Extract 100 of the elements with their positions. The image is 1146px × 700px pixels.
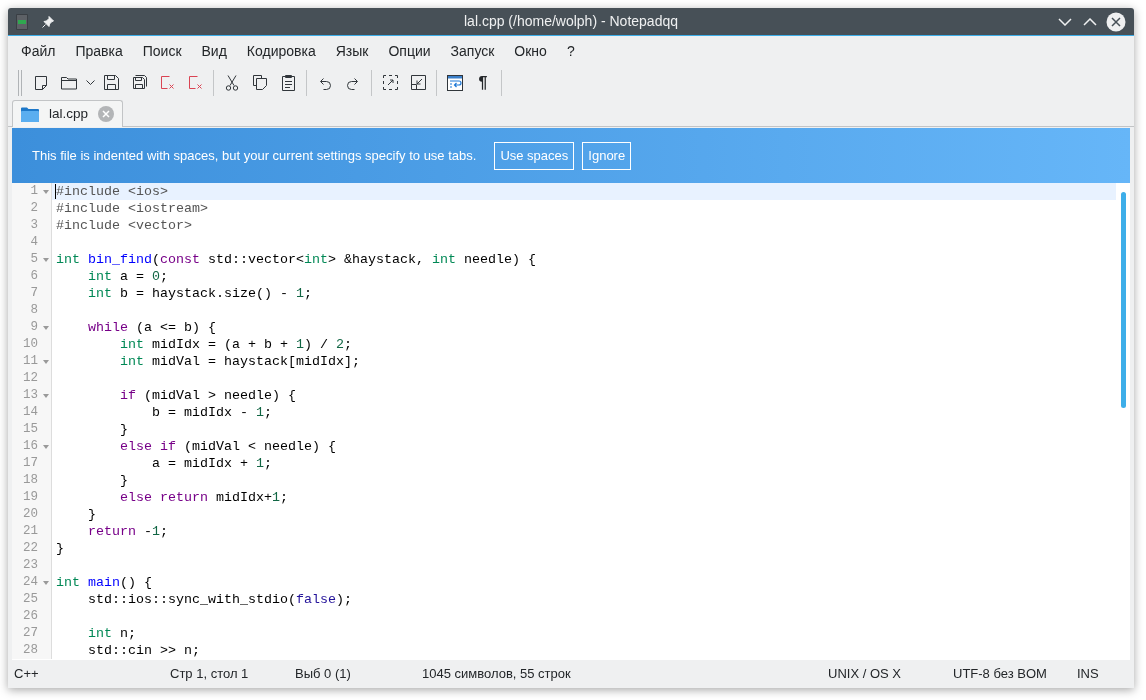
selection-info: Выб 0 (1) <box>295 666 351 682</box>
line-number: 11 <box>22 353 38 370</box>
code-line: int midIdx = (a + b + 1) / 2; <box>119 336 352 353</box>
menu-item[interactable]: Файл <box>11 38 66 64</box>
folder-icon <box>21 106 39 122</box>
menu-item[interactable]: Запуск <box>440 38 505 64</box>
document-x-icon <box>187 75 203 90</box>
shrink-icon <box>410 75 426 90</box>
code-line: return -1; <box>87 523 168 540</box>
line-number: 27 <box>22 625 38 642</box>
scissors-icon <box>225 74 239 91</box>
undo-icon <box>318 75 332 90</box>
code-line: while (a <= b) { <box>87 319 216 336</box>
fold-arrow-icon[interactable] <box>43 393 49 398</box>
pin-icon[interactable] <box>42 15 54 28</box>
line-number: 13 <box>22 387 38 404</box>
window-title: lal.cpp (/home/wolph) - Notepadqq <box>464 12 678 31</box>
line-number: 3 <box>29 217 38 234</box>
menu-item[interactable]: Правка <box>65 38 133 64</box>
code-line: if (midVal > needle) { <box>119 387 296 404</box>
menu-item[interactable]: Вид <box>191 38 237 64</box>
line-number: 9 <box>29 319 38 336</box>
file-tab[interactable]: lal.cpp <box>12 100 124 127</box>
document-stats: 1045 символов, 55 строк <box>422 666 571 682</box>
redo-icon <box>346 75 360 90</box>
fold-arrow-icon[interactable] <box>43 444 49 449</box>
menu-item[interactable]: Кодировка <box>236 38 326 64</box>
line-number: 5 <box>29 251 38 268</box>
code-line: int b = haystack.size() - 1; <box>87 285 312 302</box>
folder-icon <box>61 75 77 90</box>
code-line: #include <ios> <box>56 183 168 200</box>
code-line: std::cin >> n; <box>87 642 200 659</box>
toolbar-grip[interactable] <box>18 69 22 96</box>
line-number: 26 <box>22 608 38 625</box>
line-number: 24 <box>22 574 38 591</box>
code-line: } <box>56 540 64 557</box>
show-all-characters-button[interactable]: ¶ <box>469 68 497 97</box>
wrap-icon <box>447 74 463 91</box>
line-number: 16 <box>22 438 38 455</box>
code-line: else return midIdx+1; <box>119 489 288 506</box>
line-number: 22 <box>22 540 38 557</box>
fold-arrow-icon[interactable] <box>43 257 49 262</box>
line-number: 1 <box>29 183 38 200</box>
code-line: std::ios::sync_with_stdio(false); <box>87 591 352 608</box>
cursor-position: Стр 1, стол 1 <box>170 666 249 682</box>
insert-mode-label: INS <box>1077 666 1099 682</box>
line-number: 10 <box>22 336 38 353</box>
fold-arrow-icon[interactable] <box>43 580 49 585</box>
line-number: 8 <box>29 302 38 319</box>
code-line: int midVal = haystack[midIdx]; <box>119 353 360 370</box>
close-icon <box>98 106 115 122</box>
menu-item[interactable]: Окно <box>504 38 557 64</box>
code-line: } <box>119 421 128 438</box>
fold-arrow-icon[interactable] <box>43 359 49 364</box>
code-line: #include <iostream> <box>56 200 208 217</box>
chevron-up-icon <box>1083 17 1097 26</box>
document-x-icon <box>159 75 175 90</box>
code-line: #include <vector> <box>56 217 192 234</box>
line-number: 28 <box>22 642 38 659</box>
language-label: C++ <box>14 666 39 682</box>
line-number: 6 <box>29 268 38 285</box>
chevron-down-icon <box>1058 17 1072 26</box>
line-number: 18 <box>22 472 38 489</box>
code-line: } <box>87 506 96 523</box>
line-number: 19 <box>22 489 38 506</box>
code-line: int bin_find(const std::vector<int> &haystack, int needle) { <box>56 251 536 268</box>
expand-icon <box>382 75 398 90</box>
fold-arrow-icon[interactable] <box>43 325 49 330</box>
info-message: This file is indented with spaces, but your current settings specify to use tabs. <box>32 146 477 165</box>
caret-icon <box>85 79 95 86</box>
code-line: int n; <box>87 625 136 642</box>
line-number: 7 <box>29 285 38 302</box>
line-number: 17 <box>22 455 38 472</box>
code-line: b = midIdx - 1; <box>150 404 272 421</box>
line-number: 14 <box>22 404 38 421</box>
fold-arrow-icon[interactable] <box>43 189 49 194</box>
line-number: 2 <box>29 200 38 217</box>
tab-label: lal.cpp <box>49 104 89 123</box>
floppy-disks-icon <box>131 74 147 91</box>
code-line: a = midIdx + 1; <box>150 455 272 472</box>
code-line: else if (midVal < needle) { <box>119 438 336 455</box>
line-number: 23 <box>22 557 38 574</box>
encoding-label: UTF-8 без BOM <box>953 666 1047 682</box>
close-button[interactable] <box>1106 11 1126 32</box>
menu-item[interactable]: ? <box>556 38 585 64</box>
menu-item[interactable]: Опции <box>378 38 441 64</box>
line-number: 21 <box>22 523 38 540</box>
menu-item[interactable]: Язык <box>325 38 379 64</box>
line-number: 12 <box>22 370 38 387</box>
copy-icon <box>252 75 268 90</box>
menu-item[interactable]: Поиск <box>132 38 192 64</box>
line-number: 15 <box>22 421 38 438</box>
close-icon <box>1106 11 1126 32</box>
code-line: int main() { <box>56 574 152 591</box>
scrollbar-thumb[interactable] <box>1120 192 1126 408</box>
document-icon <box>34 74 48 91</box>
text-cursor <box>55 184 56 199</box>
line-number: 4 <box>29 234 38 251</box>
clipboard-icon <box>281 74 295 91</box>
line-ending-label: UNIX / OS X <box>828 666 901 682</box>
